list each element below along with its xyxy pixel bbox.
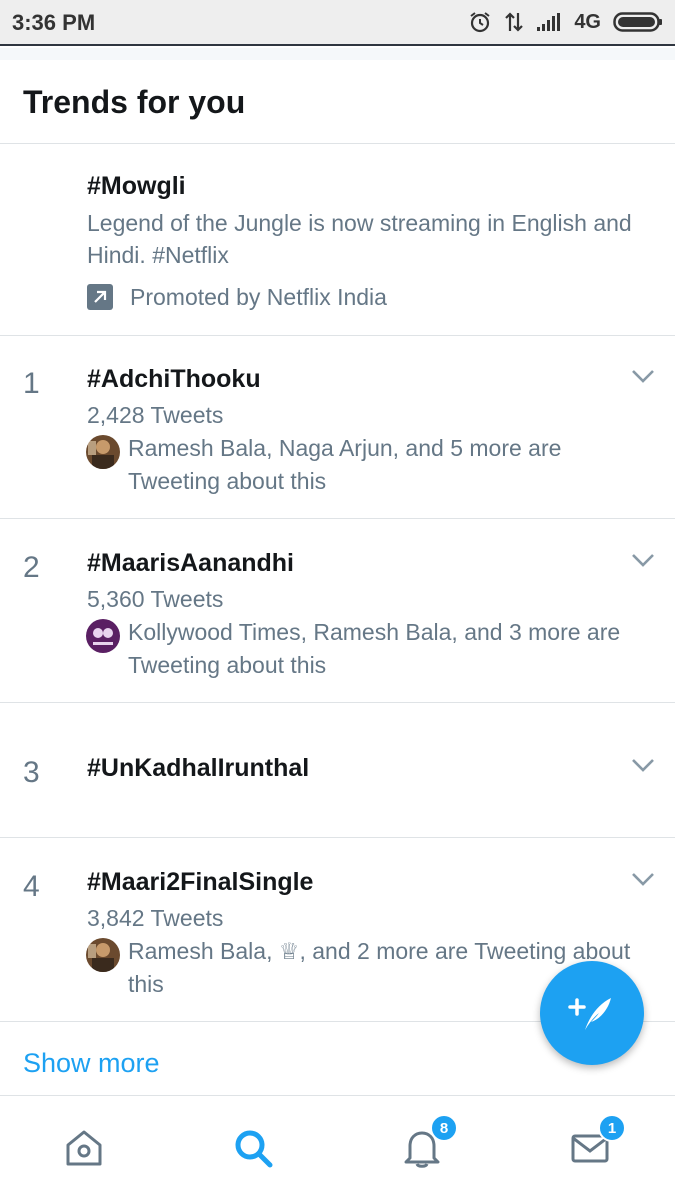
promoted-label: Promoted by Netflix India bbox=[130, 283, 387, 310]
chevron-down-icon[interactable] bbox=[630, 757, 656, 773]
trend-name[interactable]: #MaarisAanandhi bbox=[87, 549, 294, 578]
chevron-down-icon[interactable] bbox=[630, 368, 656, 384]
chevron-down-icon[interactable] bbox=[630, 871, 656, 887]
trend-context: Kollywood Times, Ramesh Bala, and 3 more… bbox=[128, 619, 621, 678]
divider bbox=[0, 702, 675, 703]
divider bbox=[0, 518, 675, 519]
data-arrows-icon bbox=[504, 10, 524, 34]
avatar bbox=[86, 938, 120, 972]
promoted-row: Promoted by Netflix India bbox=[87, 283, 387, 311]
nav-search[interactable] bbox=[231, 1126, 275, 1170]
trend-tweet-count: 2,428 Tweets bbox=[87, 402, 224, 428]
top-gap bbox=[0, 48, 675, 60]
divider bbox=[0, 335, 675, 336]
status-time: 3:36 PM bbox=[12, 10, 96, 35]
show-more-link[interactable]: Show more bbox=[23, 1048, 160, 1079]
trend-name[interactable]: #Maari2FinalSingle bbox=[87, 868, 313, 897]
trend-rank: 1 bbox=[23, 367, 40, 400]
trend-description: Legend of the Jungle is now streaming in… bbox=[87, 210, 632, 268]
alarm-icon bbox=[468, 10, 492, 34]
page-title: Trends for you bbox=[23, 84, 246, 120]
chevron-down-icon[interactable] bbox=[630, 552, 656, 568]
home-icon bbox=[66, 1130, 102, 1166]
network-type: 4G bbox=[574, 10, 601, 33]
nav-notifications[interactable]: 8 bbox=[400, 1114, 458, 1170]
promoted-arrow-icon bbox=[87, 284, 113, 310]
nav-home[interactable] bbox=[62, 1126, 106, 1170]
search-icon bbox=[235, 1130, 273, 1168]
trend-tweet-count: 3,842 Tweets bbox=[87, 905, 224, 931]
trend-name[interactable]: #AdchiThooku bbox=[87, 365, 261, 394]
trend-context: Ramesh Bala, Naga Arjun, and 5 more are … bbox=[128, 435, 562, 494]
battery-icon bbox=[613, 11, 663, 33]
nav-messages[interactable]: 1 bbox=[568, 1114, 626, 1170]
status-bar: 3:36 PM 4G bbox=[0, 0, 675, 46]
status-icons: 4G bbox=[468, 8, 663, 36]
trend-rank: 4 bbox=[23, 870, 40, 903]
compose-feather-icon bbox=[568, 998, 611, 1030]
avatar bbox=[86, 435, 120, 469]
messages-badge: 1 bbox=[598, 1114, 626, 1142]
notifications-badge: 8 bbox=[430, 1114, 458, 1142]
trends-header: Trends for you bbox=[0, 60, 675, 144]
bottom-nav: 8 1 bbox=[0, 1095, 675, 1200]
trend-name[interactable]: #Mowgli bbox=[87, 172, 186, 201]
trend-rank: 3 bbox=[23, 756, 40, 789]
trend-name[interactable]: #UnKadhalIrunthal bbox=[87, 754, 309, 783]
signal-icon bbox=[536, 12, 562, 32]
trend-rank: 2 bbox=[23, 551, 40, 584]
trend-tweet-count: 5,360 Tweets bbox=[87, 586, 224, 612]
avatar bbox=[86, 619, 120, 653]
compose-tweet-button[interactable] bbox=[540, 961, 644, 1065]
divider bbox=[0, 837, 675, 838]
